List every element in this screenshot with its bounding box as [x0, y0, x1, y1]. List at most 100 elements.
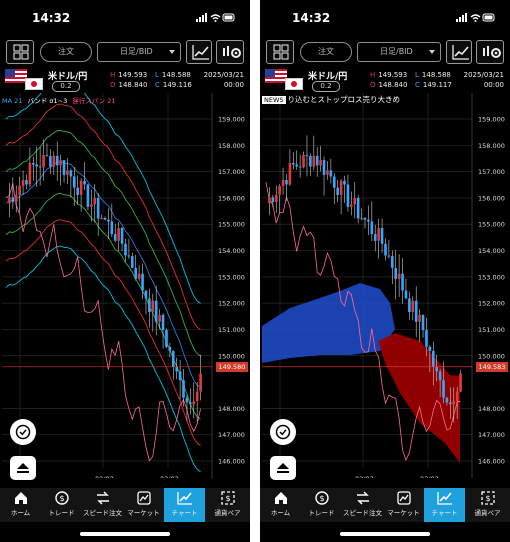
tab-trade[interactable]: $ トレード: [41, 488, 82, 522]
candle-body: [171, 350, 175, 368]
price-tick-label: 153.000: [478, 273, 505, 281]
indicator-button[interactable]: [446, 40, 472, 64]
trend-chart-icon: [452, 45, 469, 60]
candle-body: [76, 187, 79, 195]
price-tick-label: 151.000: [218, 326, 245, 334]
candle-body: [62, 160, 66, 175]
order-button[interactable]: 注文: [300, 42, 352, 62]
price-tick-label: 155.000: [218, 221, 245, 229]
layout-button[interactable]: [6, 40, 34, 64]
candle-body: [363, 218, 367, 220]
candle-body: [339, 180, 343, 195]
candle-body: [131, 256, 134, 268]
quote-close: C 149.116: [155, 81, 192, 89]
current-price-label: 149.583: [476, 362, 508, 372]
candle-body: [148, 298, 151, 313]
tab-speed-order[interactable]: スピード注文: [82, 488, 123, 522]
candle-body: [42, 155, 45, 168]
current-price-label: 149.580: [216, 362, 248, 372]
tab-chart[interactable]: チャート: [164, 488, 205, 522]
candle-body: [408, 298, 411, 313]
phone-screen-left: 14:32 注文 日足/BID 米ドル/円 0.2 H 149.593 L 14…: [0, 0, 250, 542]
quote-close: C 149.117: [415, 81, 452, 89]
candle-body: [100, 218, 103, 220]
currency-pair-icon: $: [480, 491, 495, 505]
candle-body: [195, 391, 199, 402]
candle-body: [199, 373, 202, 392]
check-circle-icon: [275, 424, 291, 440]
chart-icon: [176, 492, 192, 505]
chart-toolbar: 注文 日足/BID: [260, 40, 510, 66]
price-tick-label: 147.000: [478, 431, 505, 439]
timeframe-select[interactable]: 日足/BID: [97, 42, 181, 62]
candle-body: [302, 155, 305, 168]
bottom-tab-bar: ホーム $ トレード スピード注文 マーケット チャート $ 通貨ペア: [260, 488, 510, 522]
chart-settings-button[interactable]: [216, 40, 244, 64]
grid-icon: [13, 44, 29, 60]
candle-body: [52, 155, 56, 167]
eject-icon: [17, 463, 29, 473]
candle-body: [312, 155, 316, 167]
chart-gear-icon: [223, 46, 241, 58]
quote-open: O 148.840: [110, 81, 148, 89]
tab-market[interactable]: マーケット: [123, 488, 164, 522]
candle-body: [8, 197, 11, 204]
quote-date: 2025/03/21: [463, 71, 504, 79]
legend-lagging: 遅行スパン 21: [72, 97, 116, 105]
news-text: り込むとストップロス売り大きめ: [287, 95, 401, 104]
home-indicator: [340, 532, 430, 536]
candle-body: [350, 204, 353, 207]
drawing-tool-button[interactable]: [270, 419, 296, 445]
panel-toggle-button[interactable]: [10, 456, 36, 480]
quote-high: H 149.593: [370, 71, 408, 79]
tab-home[interactable]: ホーム: [260, 488, 301, 522]
grid-icon: [273, 44, 289, 60]
tab-currency-pair[interactable]: $ 通貨ペア: [465, 488, 510, 522]
news-ticker[interactable]: NEWS り込むとストップロス売り大きめ: [262, 94, 400, 104]
trade-icon: $: [314, 491, 329, 505]
price-tick-label: 156.000: [478, 194, 505, 202]
tab-trade[interactable]: $ トレード: [301, 488, 342, 522]
candle-body: [158, 314, 161, 322]
price-chart[interactable]: 159.000 158.000 157.000 156.000 155.000 154.0…: [0, 93, 250, 478]
panel-toggle-button[interactable]: [270, 456, 296, 480]
tab-home[interactable]: ホーム: [0, 488, 41, 522]
indicator-button[interactable]: [186, 40, 212, 64]
order-button[interactable]: 注文: [40, 42, 92, 62]
candle-body: [120, 228, 124, 244]
candle-body: [165, 330, 168, 347]
candle-body: [151, 300, 155, 313]
candle-body: [384, 243, 387, 256]
home-indicator: [80, 532, 170, 536]
candle-body: [285, 180, 288, 185]
chart-settings-button[interactable]: [476, 40, 504, 64]
trend-chart-icon: [192, 45, 209, 60]
candle-body: [309, 156, 312, 167]
candle-body: [391, 256, 394, 268]
tab-speed-order[interactable]: スピード注文: [342, 488, 383, 522]
candle-body: [79, 180, 83, 195]
candle-body: [35, 164, 39, 167]
candle-body: [459, 373, 462, 392]
price-tick-label: 154.000: [478, 247, 505, 255]
candle-body: [274, 194, 278, 203]
candle-body: [322, 160, 326, 175]
chevron-down-icon: [169, 50, 175, 54]
candle-body: [134, 267, 138, 279]
tab-market[interactable]: マーケット: [383, 488, 424, 522]
tab-chart[interactable]: チャート: [424, 488, 465, 522]
layout-button[interactable]: [266, 40, 294, 64]
tab-currency-pair[interactable]: $ 通貨ペア: [205, 488, 250, 522]
candle-body: [117, 228, 120, 241]
candle-body: [343, 180, 346, 185]
candle-body: [373, 234, 377, 241]
timeframe-select[interactable]: 日足/BID: [357, 42, 441, 62]
candle-body: [445, 397, 449, 403]
status-icons: [196, 13, 235, 22]
candle-body: [435, 367, 438, 372]
candle-body: [90, 204, 93, 207]
speed-order-icon: [96, 491, 109, 505]
drawing-tool-button[interactable]: [10, 419, 36, 445]
candle-body: [154, 300, 158, 322]
price-chart[interactable]: 159.000 158.000 157.000 156.000 155.000 154.0…: [260, 93, 510, 478]
